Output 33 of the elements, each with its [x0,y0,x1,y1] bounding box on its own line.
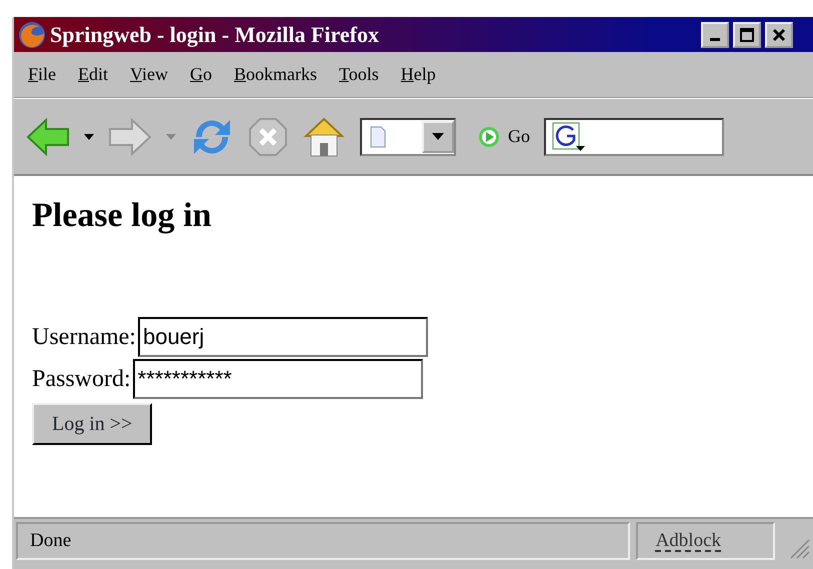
menu-item[interactable]: File [28,61,56,88]
menu-item[interactable]: View [130,61,168,88]
page-heading: Please log in [32,196,212,236]
window-title: Springweb - login - Mozilla Firefox [50,21,379,49]
menu-item[interactable]: Edit [78,61,108,88]
login-button[interactable]: Log in >> [32,402,152,445]
go-icon[interactable] [478,126,500,148]
menu-item[interactable]: Go [190,61,212,88]
menu-item[interactable]: Tools [338,61,379,88]
minimize-button[interactable] [701,22,729,48]
maximize-icon [740,28,754,42]
browser-logo-icon [18,20,46,48]
caret-icon[interactable] [84,134,94,140]
stop-icon[interactable] [248,116,288,156]
search-field[interactable] [544,118,724,156]
menu-item[interactable]: Bookmarks [234,61,317,88]
close-icon [772,28,786,42]
close-button[interactable] [765,22,793,48]
field-label: Username: [32,324,136,350]
menu-item[interactable]: Help [400,61,436,88]
page-icon [370,126,386,148]
dropdown-button[interactable] [422,120,454,152]
input-field[interactable]: *********** [132,358,423,399]
search-engine-icon[interactable] [552,122,586,152]
go-label[interactable]: Go [508,123,530,150]
address-field[interactable] [360,118,456,156]
home-icon[interactable] [302,116,346,158]
maximize-button[interactable] [733,22,761,48]
minimize-icon [710,38,720,41]
caret-icon [432,133,444,140]
status-text: Done [30,528,72,553]
field-label: Password: [32,366,131,392]
input-field[interactable]: bouerj [138,316,428,357]
